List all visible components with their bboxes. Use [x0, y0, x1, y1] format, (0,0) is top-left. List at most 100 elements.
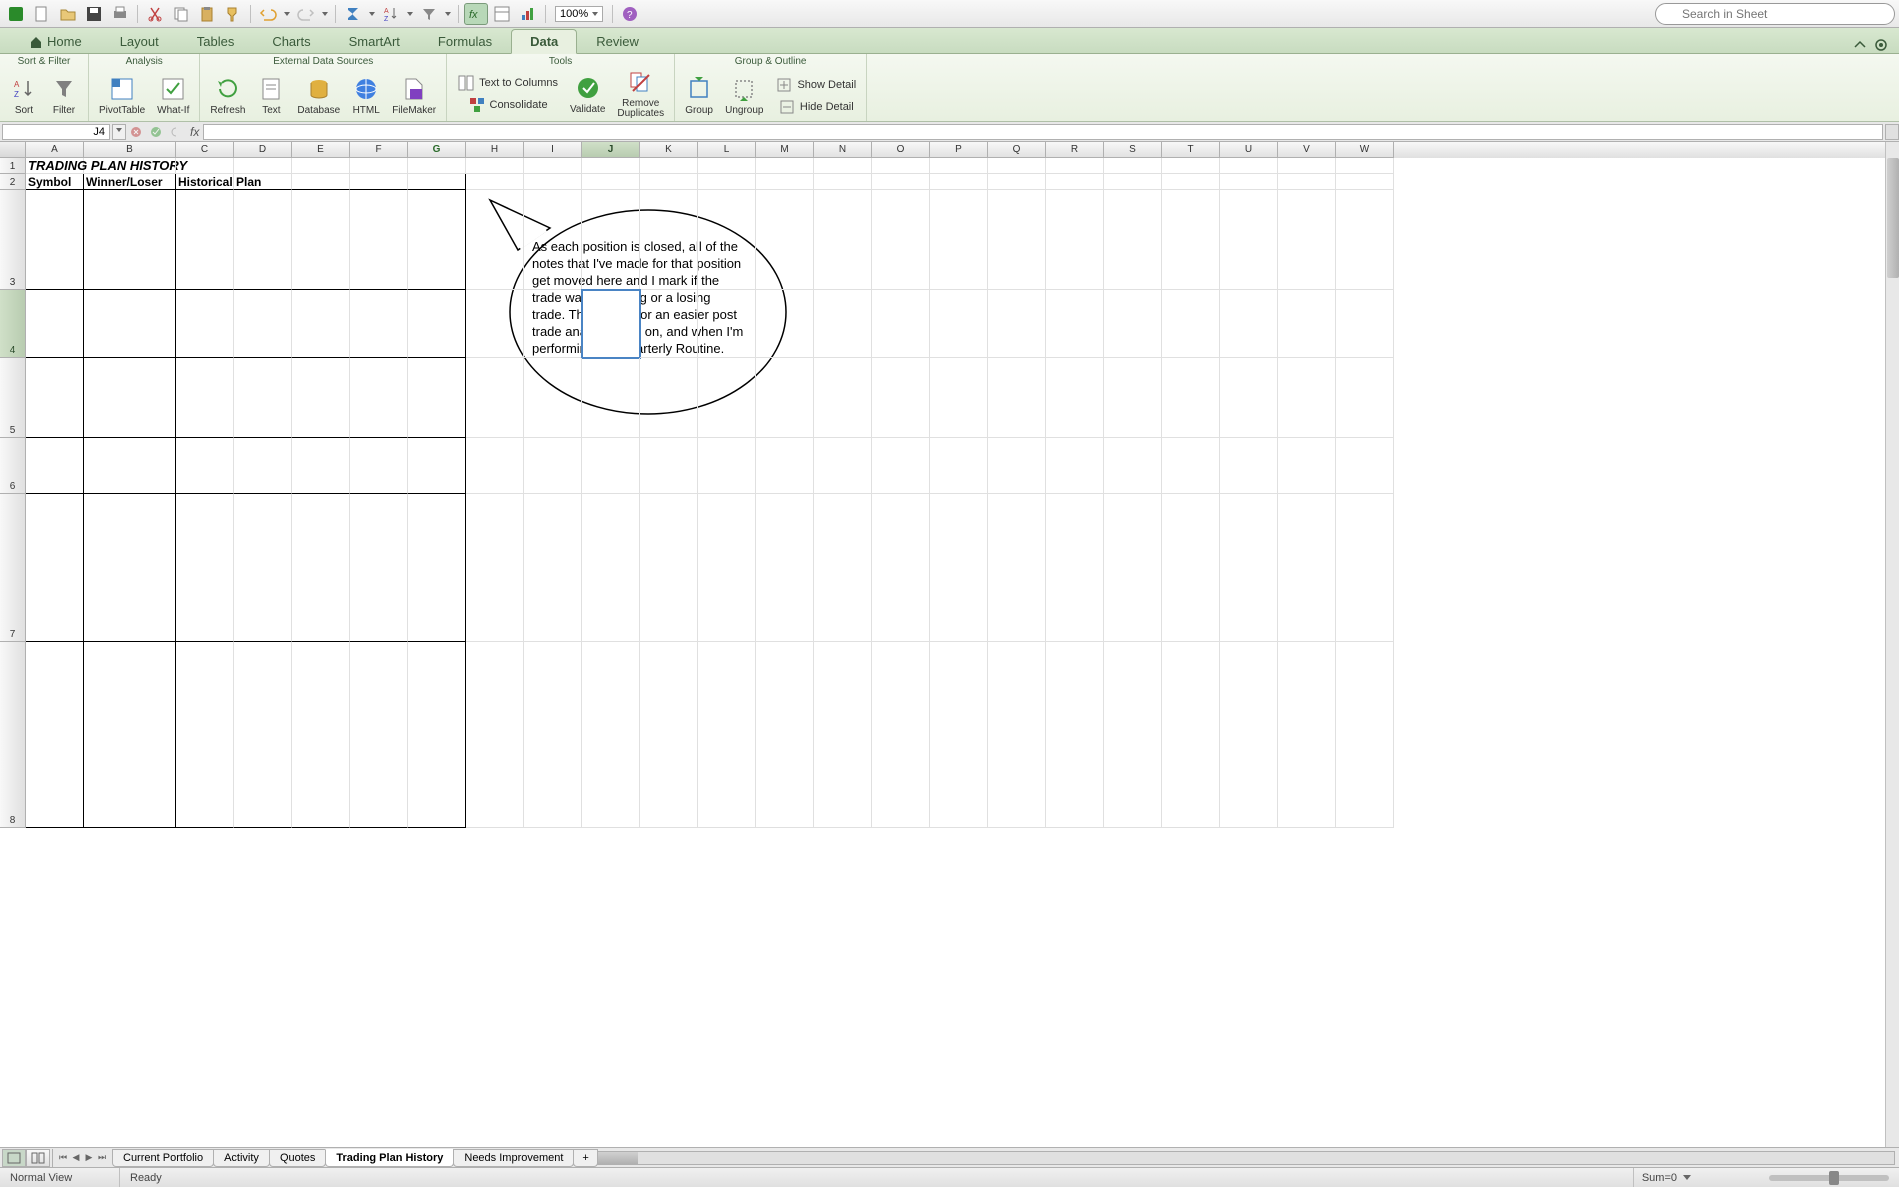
cell-A8[interactable]: [26, 642, 84, 828]
cell-D2[interactable]: [234, 174, 292, 190]
select-all-corner[interactable]: [0, 142, 26, 158]
cell-B3[interactable]: [84, 190, 176, 290]
cell-L8[interactable]: [698, 642, 756, 828]
last-sheet-button[interactable]: ⏭: [96, 1151, 108, 1165]
tab-tables[interactable]: Tables: [178, 29, 254, 53]
filter-button[interactable]: Filter: [46, 73, 82, 118]
cell-F6[interactable]: [350, 438, 408, 494]
column-header-V[interactable]: V: [1278, 142, 1336, 158]
sheet-tab-quotes[interactable]: Quotes: [269, 1149, 326, 1167]
cell-K2[interactable]: [640, 174, 698, 190]
sheet-tab-needs-improvement[interactable]: Needs Improvement: [453, 1149, 574, 1167]
column-header-T[interactable]: T: [1162, 142, 1220, 158]
cell-N3[interactable]: [814, 190, 872, 290]
cell-E7[interactable]: [292, 494, 350, 642]
cell-B7[interactable]: [84, 494, 176, 642]
cell-A4[interactable]: [26, 290, 84, 358]
cell-Q8[interactable]: [988, 642, 1046, 828]
cell-L2[interactable]: [698, 174, 756, 190]
remove-duplicates-button[interactable]: Remove Duplicates: [613, 67, 668, 121]
cell-I8[interactable]: [524, 642, 582, 828]
cell-G3[interactable]: [408, 190, 466, 290]
row-header-5[interactable]: 5: [0, 358, 26, 438]
column-header-C[interactable]: C: [176, 142, 234, 158]
cell-W2[interactable]: [1336, 174, 1394, 190]
cell-V1[interactable]: [1278, 158, 1336, 174]
cell-V8[interactable]: [1278, 642, 1336, 828]
cell-F4[interactable]: [350, 290, 408, 358]
cell-U7[interactable]: [1220, 494, 1278, 642]
open-icon[interactable]: [56, 3, 80, 25]
cell-V5[interactable]: [1278, 358, 1336, 438]
column-header-E[interactable]: E: [292, 142, 350, 158]
cell-F2[interactable]: [350, 174, 408, 190]
cell-R2[interactable]: [1046, 174, 1104, 190]
cell-U5[interactable]: [1220, 358, 1278, 438]
cell-R3[interactable]: [1046, 190, 1104, 290]
redo-dropdown[interactable]: [320, 9, 330, 19]
cell-K6[interactable]: [640, 438, 698, 494]
horizontal-scrollbar[interactable]: [597, 1151, 1895, 1165]
cell-W8[interactable]: [1336, 642, 1394, 828]
cell-W5[interactable]: [1336, 358, 1394, 438]
cell-M3[interactable]: [756, 190, 814, 290]
cell-B2[interactable]: Winner/Loser: [84, 174, 176, 190]
cell-S5[interactable]: [1104, 358, 1162, 438]
cell-J8[interactable]: [582, 642, 640, 828]
undo-dropdown[interactable]: [282, 9, 292, 19]
column-header-K[interactable]: K: [640, 142, 698, 158]
row-header-7[interactable]: 7: [0, 494, 26, 642]
cell-C2[interactable]: Historical Plan: [176, 174, 234, 190]
row-header-4[interactable]: 4: [0, 290, 26, 358]
cell-M4[interactable]: [756, 290, 814, 358]
next-sheet-button[interactable]: ▶: [83, 1151, 95, 1165]
cell-D8[interactable]: [234, 642, 292, 828]
tab-review[interactable]: Review: [577, 29, 658, 53]
cell-G2[interactable]: [408, 174, 466, 190]
cell-U2[interactable]: [1220, 174, 1278, 190]
cell-T1[interactable]: [1162, 158, 1220, 174]
add-sheet-button[interactable]: +: [573, 1149, 597, 1167]
cell-P2[interactable]: [930, 174, 988, 190]
cell-W7[interactable]: [1336, 494, 1394, 642]
column-header-M[interactable]: M: [756, 142, 814, 158]
cell-F5[interactable]: [350, 358, 408, 438]
sort-button[interactable]: AZSort: [6, 73, 42, 118]
cell-S2[interactable]: [1104, 174, 1162, 190]
cell-H8[interactable]: [466, 642, 524, 828]
cell-N7[interactable]: [814, 494, 872, 642]
expand-formula-bar[interactable]: [1885, 124, 1899, 140]
cell-A7[interactable]: [26, 494, 84, 642]
first-sheet-button[interactable]: ⏮: [57, 1151, 69, 1165]
sheet-tab-activity[interactable]: Activity: [213, 1149, 270, 1167]
autosum-icon[interactable]: [341, 3, 365, 25]
cell-F1[interactable]: [350, 158, 408, 174]
autosum-dropdown[interactable]: [367, 9, 377, 19]
formula-builder-icon[interactable]: [166, 124, 186, 140]
whatif-button[interactable]: What-If: [153, 73, 193, 118]
chart-icon[interactable]: [516, 3, 540, 25]
new-icon[interactable]: [30, 3, 54, 25]
cell-E5[interactable]: [292, 358, 350, 438]
cell-J1[interactable]: [582, 158, 640, 174]
search-input[interactable]: [1655, 3, 1895, 25]
cell-N1[interactable]: [814, 158, 872, 174]
cell-C4[interactable]: [176, 290, 234, 358]
cut-icon[interactable]: [143, 3, 167, 25]
cell-F8[interactable]: [350, 642, 408, 828]
cell-M6[interactable]: [756, 438, 814, 494]
tab-smartart[interactable]: SmartArt: [330, 29, 419, 53]
cell-E4[interactable]: [292, 290, 350, 358]
cell-W3[interactable]: [1336, 190, 1394, 290]
sort-dropdown[interactable]: [405, 9, 415, 19]
cell-P8[interactable]: [930, 642, 988, 828]
validate-button[interactable]: Validate: [566, 72, 609, 117]
filemaker-button[interactable]: FileMaker: [388, 73, 440, 118]
cell-Q3[interactable]: [988, 190, 1046, 290]
cell-B8[interactable]: [84, 642, 176, 828]
zoom-slider[interactable]: [1769, 1175, 1889, 1181]
cell-U8[interactable]: [1220, 642, 1278, 828]
cell-B5[interactable]: [84, 358, 176, 438]
name-box-dropdown[interactable]: [112, 124, 126, 140]
sort-az-icon[interactable]: AZ: [379, 3, 403, 25]
